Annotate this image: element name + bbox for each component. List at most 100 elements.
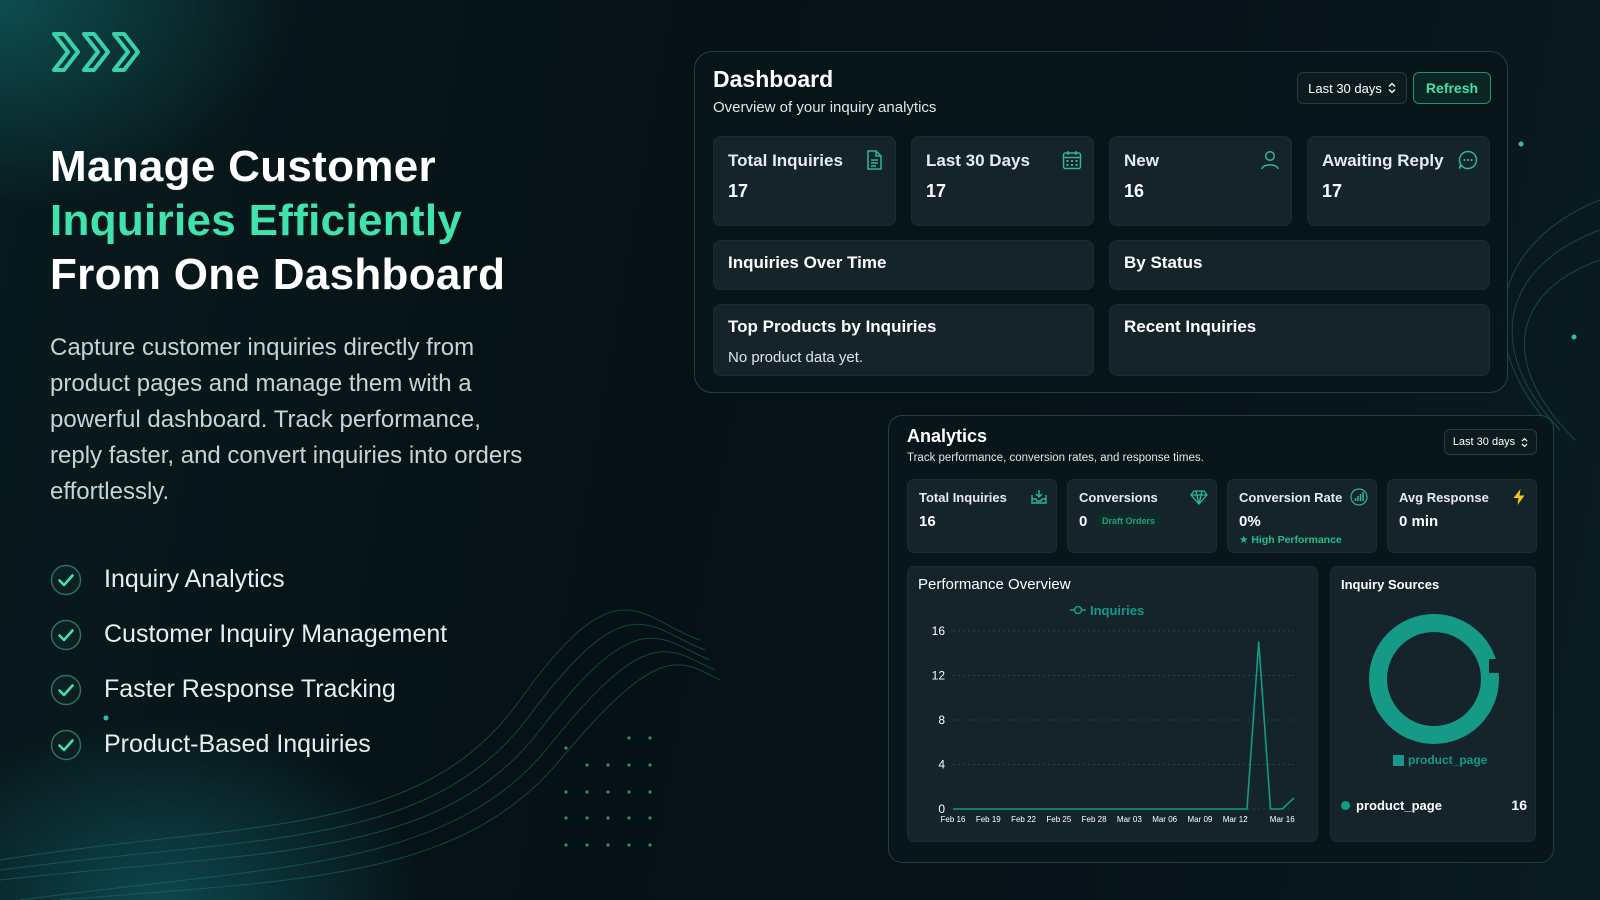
- y-tick-label: 0: [938, 802, 945, 816]
- section-title: Recent Inquiries: [1124, 317, 1257, 336]
- chevron-updown-icon: [1521, 437, 1528, 447]
- stat-value: 16: [1124, 181, 1145, 201]
- stat-card-total-inquiries: Total Inquiries 17: [713, 136, 896, 226]
- section-title: By Status: [1124, 253, 1203, 272]
- inquiry-sources-donut: [1369, 614, 1501, 744]
- analytics-title: Analytics: [907, 426, 988, 446]
- metric-value: 0 min: [1399, 513, 1439, 530]
- by-status-section: By Status: [1109, 240, 1490, 290]
- user-icon: [1261, 150, 1279, 170]
- logo-chevrons-icon: [52, 32, 140, 72]
- dashboard-panel: Dashboard Overview of your inquiry analy…: [694, 51, 1508, 393]
- y-tick-label: 8: [938, 713, 945, 727]
- feature-item: Customer Inquiry Management: [50, 607, 447, 662]
- hero-title-line-3: From One Dashboard: [50, 250, 506, 299]
- x-tick-label: Feb 16: [941, 815, 966, 824]
- hero-description: Capture customer inquiries directly from…: [50, 334, 523, 505]
- stat-card-last-30-days: Last 30 Days 17: [911, 136, 1094, 226]
- stat-label: Total Inquiries: [728, 151, 843, 170]
- feature-label: Faster Response Tracking: [104, 675, 396, 703]
- bar-chart-icon: [1350, 488, 1368, 506]
- legend-swatch: [1393, 754, 1404, 766]
- metric-card-total-inquiries: Total Inquiries 16: [907, 479, 1057, 553]
- inquiry-sources-title: Inquiry Sources: [1341, 577, 1440, 592]
- chevron-updown-icon: [1388, 82, 1396, 94]
- dashboard-subtitle: Overview of your inquiry analytics: [713, 99, 937, 116]
- stat-value: 17: [728, 181, 749, 201]
- metric-value: 0%: [1239, 513, 1261, 530]
- metric-value: 0: [1079, 513, 1088, 530]
- x-tick-label: Mar 09: [1187, 815, 1212, 824]
- metric-card-avg-response: Avg Response 0 min: [1387, 479, 1537, 553]
- legend-label: product_page: [1408, 753, 1488, 767]
- check-circle-icon: [50, 619, 82, 650]
- feature-label: Product-Based Inquiries: [104, 730, 371, 758]
- x-tick-label: Mar 16: [1270, 815, 1295, 824]
- feature-label: Inquiry Analytics: [104, 565, 285, 593]
- hero-title-line-2: Inquiries Efficiently: [50, 196, 463, 245]
- donut-slice-product_page: [1369, 614, 1499, 744]
- draft-orders-badge: Draft Orders: [1096, 514, 1162, 528]
- inquiry-sources-card: Inquiry Sources product_page product_pag…: [1330, 566, 1536, 842]
- date-range-select[interactable]: Last 30 days: [1297, 72, 1407, 104]
- x-tick-label: Mar 03: [1117, 815, 1142, 824]
- feature-item: Product-Based Inquiries: [50, 717, 447, 772]
- stat-card-awaiting-reply: Awaiting Reply 17: [1307, 136, 1490, 226]
- x-tick-label: Feb 28: [1082, 815, 1107, 824]
- lightning-icon: [1513, 489, 1525, 505]
- legend-marker: [1073, 605, 1083, 615]
- x-tick-label: Feb 25: [1046, 815, 1071, 824]
- calendar-icon: [1062, 151, 1082, 170]
- stat-label: New: [1124, 151, 1159, 170]
- y-tick-label: 12: [932, 669, 946, 683]
- check-circle-icon: [50, 729, 82, 760]
- refresh-button[interactable]: Refresh: [1413, 72, 1491, 104]
- metric-card-conversion-rate: Conversion Rate 0% ★ High Performance: [1227, 479, 1377, 553]
- source-row: product_page 16: [1341, 797, 1527, 813]
- stat-card-new: New 16: [1109, 136, 1292, 226]
- metric-label: Conversions: [1079, 490, 1158, 505]
- x-tick-label: Feb 22: [1011, 815, 1036, 824]
- stat-label: Last 30 Days: [926, 151, 1030, 170]
- date-range-value: Last 30 days: [1452, 436, 1516, 448]
- stat-label: Awaiting Reply: [1322, 151, 1444, 170]
- metric-label: Conversion Rate: [1239, 490, 1343, 505]
- check-circle-icon: [50, 564, 82, 595]
- source-count: 16: [1511, 797, 1527, 813]
- feature-item: Inquiry Analytics: [50, 552, 447, 607]
- metric-label: Total Inquiries: [919, 490, 1007, 505]
- section-title: Inquiries Over Time: [728, 253, 887, 272]
- feature-item: Faster Response Tracking: [50, 662, 447, 717]
- sources-legend: product_page: [1393, 753, 1487, 767]
- y-tick-label: 16: [932, 624, 946, 638]
- inbox-icon: [1031, 490, 1047, 504]
- feature-list: Inquiry Analytics Customer Inquiry Manag…: [50, 552, 447, 772]
- analytics-panel: Analytics Track performance, conversion …: [888, 415, 1554, 863]
- high-performance-note: ★ High Performance: [1239, 534, 1342, 546]
- donut-gap: [1489, 659, 1501, 673]
- feature-label: Customer Inquiry Management: [104, 620, 448, 648]
- stat-value: 17: [1322, 181, 1343, 201]
- inquiries-over-time-section: Inquiries Over Time: [713, 240, 1094, 290]
- empty-state-text: No product data yet.: [728, 349, 864, 366]
- source-name: product_page: [1356, 797, 1442, 813]
- top-products-section: Top Products by Inquiries No product dat…: [713, 304, 1094, 376]
- metric-card-conversions: Conversions 0 Draft Orders: [1067, 479, 1217, 553]
- x-tick-label: Mar 06: [1152, 815, 1177, 824]
- hero-title-line-1: Manage Customer: [50, 142, 436, 191]
- y-tick-label: 4: [938, 758, 945, 772]
- dashboard-title: Dashboard: [713, 66, 834, 92]
- performance-line-chart: 0 4 8 12 16 Feb 16 Feb 19 Feb 22 Feb 25 Feb 28 Mar…: [932, 603, 1296, 824]
- source-dot: [1341, 800, 1350, 810]
- check-circle-icon: [50, 674, 82, 705]
- x-tick-label: Feb 19: [976, 815, 1001, 824]
- metric-value: 16: [919, 513, 936, 530]
- x-tick-label: Mar 12: [1223, 815, 1248, 824]
- analytics-date-range-select[interactable]: Last 30 days: [1444, 429, 1537, 455]
- hero-title: Manage Customer Inquiries Efficiently Fr…: [50, 140, 610, 302]
- series-line-inquiries: [953, 641, 1295, 810]
- metric-label: Avg Response: [1399, 490, 1489, 505]
- diamond-icon: [1190, 490, 1208, 505]
- stat-value: 17: [926, 181, 947, 201]
- section-title: Top Products by Inquiries: [728, 317, 937, 336]
